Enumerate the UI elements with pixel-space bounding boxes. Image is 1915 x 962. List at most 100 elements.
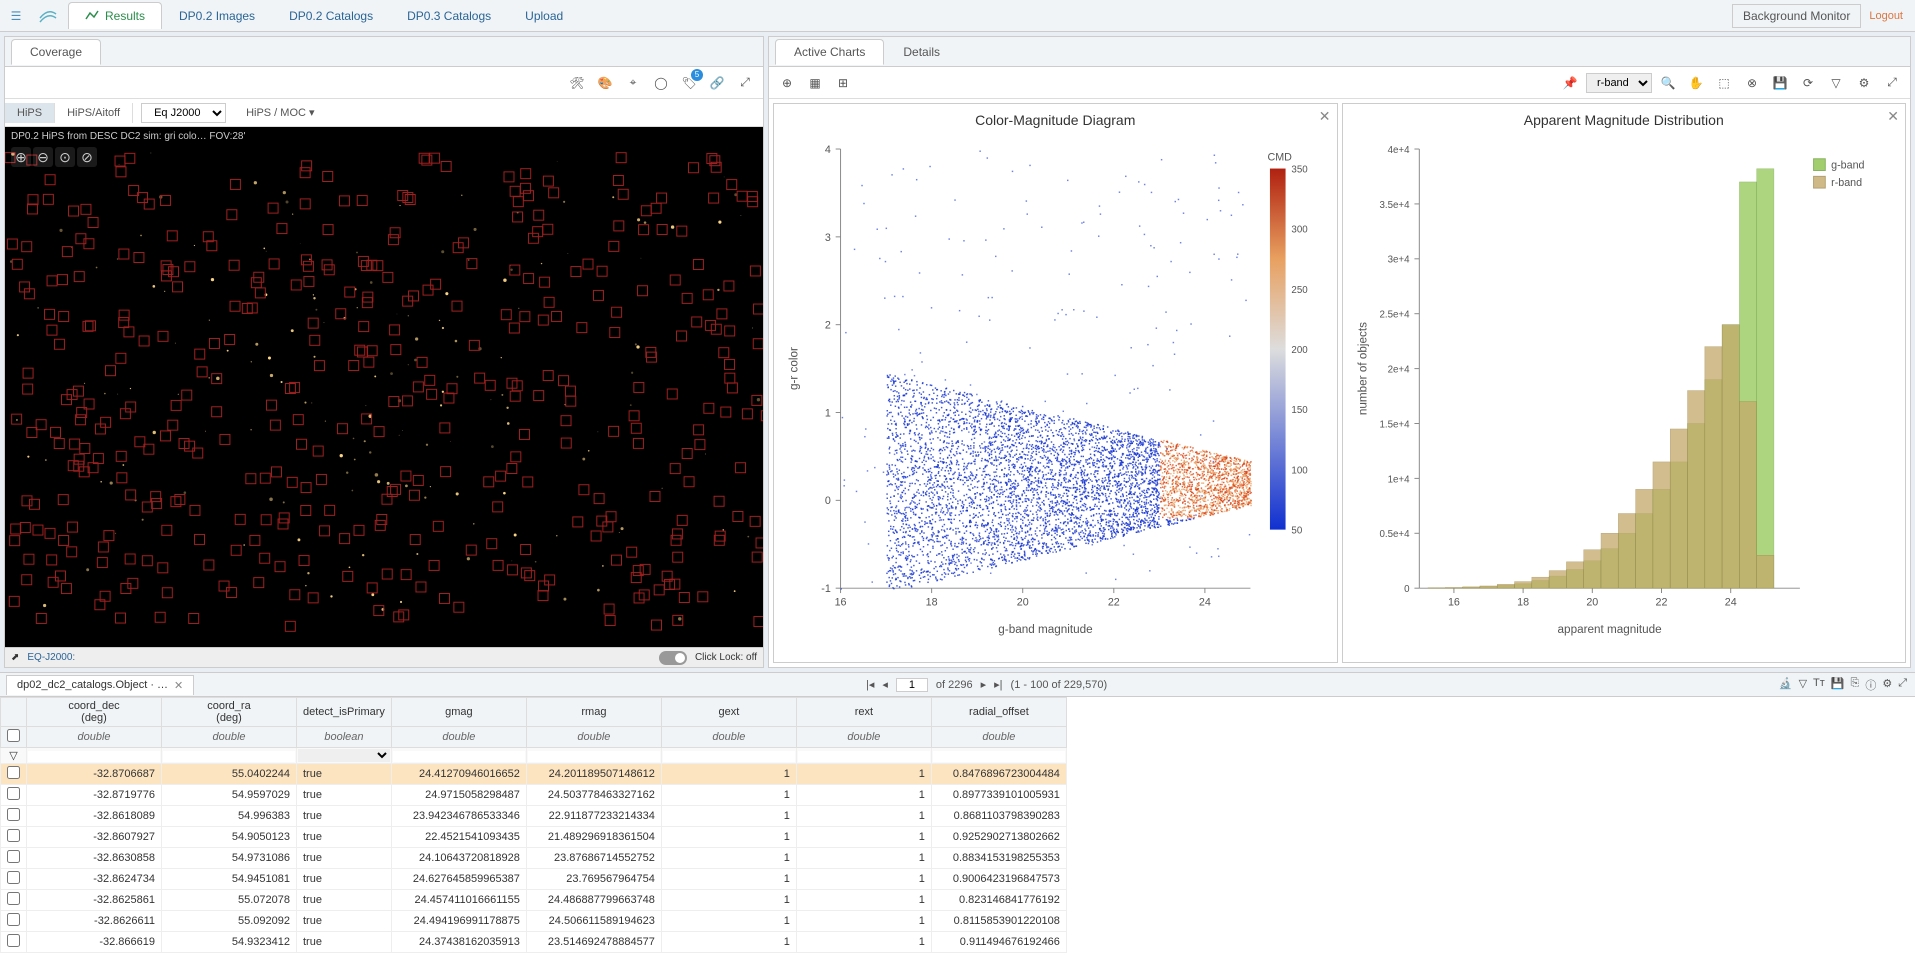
text-options-icon[interactable]: Tᴛ (1813, 677, 1825, 693)
add-column-icon[interactable]: ⎘ (1851, 677, 1860, 693)
subtab-details[interactable]: Details (884, 39, 959, 65)
filter-input[interactable] (528, 751, 660, 762)
cmd-chart-svg[interactable]: 1618202224-101234g-band magnitudeg-r col… (782, 132, 1329, 654)
row-checkbox[interactable] (7, 766, 20, 779)
column-header[interactable]: gext (661, 698, 796, 727)
column-header[interactable]: gmag (391, 698, 526, 727)
pager-page-input[interactable] (896, 678, 928, 692)
filter-input[interactable] (163, 751, 295, 762)
sky-image-view[interactable]: DP0.2 HiPS from DESC DC2 sim: gri colo… … (5, 127, 763, 647)
hist-chart-svg[interactable]: 161820222400.5e+41e+41.5e+42e+42.5e+43e+… (1351, 132, 1898, 654)
pager-last-icon[interactable]: ▸| (994, 678, 1002, 691)
close-icon[interactable]: ✕ (174, 679, 183, 692)
zoom-fit-icon[interactable]: ⊙ (55, 147, 75, 167)
moc-toggle[interactable]: HiPS / MOC ▾ (246, 106, 314, 119)
select-all-checkbox[interactable] (7, 729, 20, 742)
grid-view-icon[interactable]: ⊞ (831, 71, 855, 95)
close-icon[interactable]: ✕ (1887, 108, 1899, 125)
ellipse-icon[interactable]: ◯ (649, 71, 673, 95)
close-icon[interactable]: ✕ (1319, 108, 1331, 125)
filter-input[interactable] (663, 751, 795, 762)
projection-select[interactable]: Eq J2000 (141, 103, 226, 123)
table-row[interactable]: -32.871977654.9597029true24.971505829848… (1, 785, 1067, 806)
table-row[interactable]: -32.870668755.0402244true24.412709460166… (1, 764, 1067, 785)
popout-icon[interactable]: ⬈ (11, 652, 19, 663)
chart-filter-icon[interactable]: ▽ (1824, 71, 1848, 95)
zoom-1x-icon[interactable]: ⊘ (77, 147, 97, 167)
data-table-scroll[interactable]: coord_dec(deg)coord_ra(deg)detect_isPrim… (0, 697, 1915, 962)
filter-icon[interactable]: ▽ (1, 748, 27, 764)
chart-reset-icon[interactable]: ⊗ (1740, 71, 1764, 95)
column-header[interactable]: rmag (526, 698, 661, 727)
subtab-active-charts[interactable]: Active Charts (775, 39, 884, 65)
tab-results[interactable]: Results (68, 2, 162, 29)
table-tab[interactable]: dp02_dc2_catalogs.Object · … ✕ (6, 675, 194, 695)
column-header[interactable]: radial_offset (931, 698, 1066, 727)
tab-dp02-catalogs[interactable]: DP0.2 Catalogs (272, 2, 390, 29)
add-chart-icon[interactable]: ⊕ (775, 71, 799, 95)
table-row[interactable]: -32.863085854.9731086true24.106437208189… (1, 848, 1067, 869)
microscope-icon[interactable]: 🔬 (1779, 677, 1793, 693)
link-icon[interactable]: 🔗 (705, 71, 729, 95)
click-lock-toggle[interactable] (659, 651, 687, 665)
table-row[interactable]: -32.862473454.9451081true24.627645859965… (1, 869, 1067, 890)
column-header[interactable]: detect_isPrimary (297, 698, 392, 727)
logout-link[interactable]: Logout (1869, 10, 1903, 22)
background-monitor-button[interactable]: Background Monitor (1732, 4, 1861, 28)
filter-input[interactable] (393, 751, 525, 762)
filter-input[interactable] (798, 751, 930, 762)
table-row[interactable]: -32.862661155.092092true24.4941969911788… (1, 911, 1067, 932)
filter-input[interactable] (28, 751, 160, 762)
chart-expand-icon[interactable]: ⤢ (1880, 71, 1904, 95)
chart-select-icon[interactable]: ⬚ (1712, 71, 1736, 95)
pager-next-icon[interactable]: ▸ (981, 678, 987, 691)
row-checkbox[interactable] (7, 892, 20, 905)
chart-settings-icon[interactable]: ⚙ (1852, 71, 1876, 95)
column-header[interactable]: coord_dec(deg) (27, 698, 162, 727)
row-checkbox[interactable] (7, 808, 20, 821)
row-checkbox[interactable] (7, 787, 20, 800)
info-icon[interactable]: ⓘ (1865, 677, 1876, 693)
palette-icon[interactable]: 🎨 (593, 71, 617, 95)
expand-icon[interactable]: ⤢ (733, 71, 757, 95)
table-row[interactable]: -32.860792754.9050123true22.452154109343… (1, 827, 1067, 848)
save-icon[interactable]: 💾 (1831, 677, 1845, 693)
row-checkbox[interactable] (7, 829, 20, 842)
single-view-icon[interactable]: ▦ (803, 71, 827, 95)
row-checkbox[interactable] (7, 871, 20, 884)
hips-aitoff-tab[interactable]: HiPS/Aitoff (55, 103, 133, 123)
band-select[interactable]: r-band (1586, 73, 1652, 93)
chart-save-icon[interactable]: 💾 (1768, 71, 1792, 95)
settings-icon[interactable]: ⚙ (1882, 677, 1892, 693)
chart-zoom-in-icon[interactable]: 🔍 (1656, 71, 1680, 95)
chart-refresh-icon[interactable]: ⟳ (1796, 71, 1820, 95)
table-row[interactable]: -32.861808954.996383true23.9423467865333… (1, 806, 1067, 827)
layers-icon[interactable]: 🏷5 (677, 71, 701, 95)
column-header[interactable]: rext (796, 698, 931, 727)
tab-upload[interactable]: Upload (508, 2, 580, 29)
chart-pan-icon[interactable]: ✋ (1684, 71, 1708, 95)
zoom-in-icon[interactable]: ⊕ (11, 147, 31, 167)
table-row[interactable]: -32.862586155.072078true24.4574110166611… (1, 890, 1067, 911)
hips-tab[interactable]: HiPS (5, 103, 55, 123)
filter-input[interactable] (933, 751, 1065, 762)
filter-icon[interactable]: ▽ (1799, 677, 1807, 693)
wrench-icon[interactable]: 🛠 (565, 71, 589, 95)
tab-dp03-catalogs[interactable]: DP0.3 Catalogs (390, 2, 508, 29)
expand-icon[interactable]: ⤢ (1898, 677, 1907, 693)
sky-overlay-label: DP0.2 HiPS from DESC DC2 sim: gri colo… … (11, 131, 245, 142)
row-checkbox[interactable] (7, 913, 20, 926)
coverage-subtabs: Coverage (5, 37, 763, 67)
subtab-coverage[interactable]: Coverage (11, 39, 101, 65)
pager-prev-icon[interactable]: ◂ (882, 678, 888, 691)
row-checkbox[interactable] (7, 850, 20, 863)
menu-icon[interactable]: ☰ (0, 0, 32, 32)
pager-first-icon[interactable]: |◂ (866, 678, 874, 691)
row-checkbox[interactable] (7, 934, 20, 947)
pin-icon[interactable]: 📌 (1558, 71, 1582, 95)
filter-select[interactable] (298, 749, 390, 762)
tab-dp02-images[interactable]: DP0.2 Images (162, 2, 272, 29)
column-header[interactable]: coord_ra(deg) (162, 698, 297, 727)
zoom-out-icon[interactable]: ⊖ (33, 147, 53, 167)
target-icon[interactable]: ⌖ (621, 71, 645, 95)
